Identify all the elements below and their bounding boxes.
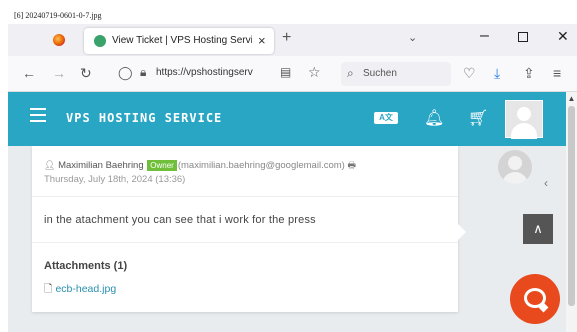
- firefox-icon[interactable]: [53, 34, 65, 46]
- responder-avatar: [498, 150, 532, 184]
- share-icon[interactable]: ⇪: [523, 65, 535, 82]
- tab-close-icon[interactable]: ×: [258, 33, 266, 48]
- scroll-up-arrow-icon[interactable]: ▲: [566, 94, 577, 103]
- browser-nav-bar: ← → ↻ ◯ 🔒︎ https://vpshostingserv ▤ ☆ ⌕ …: [8, 56, 577, 92]
- search-placeholder: Suchen: [363, 68, 397, 79]
- bookmark-star-icon[interactable]: ☆: [308, 64, 321, 81]
- menu-icon[interactable]: [30, 108, 46, 122]
- chevron-up-icon[interactable]: ∧: [523, 214, 553, 244]
- divider: [32, 196, 458, 197]
- message-meta: 👤︎ Maximilian Baehring Owner (maximilian.…: [44, 158, 356, 174]
- scroll-thumb[interactable]: [568, 106, 575, 306]
- new-tab-button[interactable]: +: [282, 29, 291, 47]
- site-header: VPS HOSTING SERVICE A文 🔔︎ 🛒︎: [8, 92, 566, 146]
- brand-title[interactable]: VPS HOSTING SERVICE: [66, 111, 222, 125]
- message-date: Thursday, July 18th, 2024 (13:36): [44, 174, 186, 185]
- chevron-left-icon[interactable]: ‹: [544, 176, 548, 190]
- maximize-button[interactable]: [518, 32, 528, 42]
- owner-badge: Owner: [147, 160, 177, 171]
- user-avatar[interactable]: [505, 100, 543, 139]
- ticket-message-card: 👤︎ Maximilian Baehring Owner (maximilian.…: [32, 146, 458, 312]
- reload-icon[interactable]: ↻: [80, 65, 92, 82]
- attachment-filename[interactable]: ecb-head.jpg: [55, 283, 116, 295]
- divider: [32, 242, 458, 243]
- tab-title: View Ticket | VPS Hosting Servic: [112, 35, 252, 46]
- tracking-shield-icon[interactable]: ◯: [118, 65, 133, 81]
- tab-list-chevron-icon[interactable]: ⌄: [408, 31, 417, 44]
- browser-tab[interactable]: View Ticket | VPS Hosting Servic ×: [84, 28, 274, 54]
- attachments-heading: Attachments (1): [44, 260, 128, 272]
- site-favicon-icon: [94, 35, 106, 47]
- image-caption: [6] 20240719-0601-0-7.jpg: [14, 11, 102, 20]
- file-icon: 🗋: [44, 283, 53, 295]
- cart-icon[interactable]: 🛒︎: [468, 108, 488, 128]
- attachment-link[interactable]: 🗋 ecb-head.jpg: [44, 281, 116, 299]
- author-email: (maximilian.baehring@googlemail.com): [177, 160, 345, 171]
- lock-icon[interactable]: 🔒︎: [140, 65, 146, 80]
- bell-icon[interactable]: 🔔︎: [424, 108, 444, 128]
- search-icon: ⌕: [347, 66, 354, 80]
- author-name: Maximilian Baehring: [58, 160, 144, 171]
- card-pointer: [458, 224, 466, 240]
- downloads-icon[interactable]: ⤓: [494, 65, 500, 82]
- translate-icon[interactable]: A文: [374, 112, 398, 124]
- url-bar[interactable]: ◯ 🔒︎ https://vpshostingserv ▤ ☆: [108, 62, 338, 86]
- forward-icon[interactable]: →: [52, 65, 66, 81]
- search-input[interactable]: ⌕ Suchen: [341, 62, 451, 86]
- user-icon: 👤︎: [44, 160, 56, 170]
- back-icon[interactable]: ←: [22, 65, 36, 81]
- page-scrollbar[interactable]: ▲: [566, 92, 577, 332]
- web-page: VPS HOSTING SERVICE A文 🔔︎ 🛒︎ 👤︎ Maximili…: [8, 92, 566, 332]
- minimize-button[interactable]: –: [480, 27, 489, 45]
- browser-tab-strip: View Ticket | VPS Hosting Servic × + ⌄ –…: [8, 24, 577, 56]
- chat-icon[interactable]: [510, 274, 560, 324]
- window-close-button[interactable]: ✕: [557, 28, 569, 45]
- message-text: in the atachment you can see that i work…: [44, 214, 316, 226]
- url-text[interactable]: https://vpshostingserv: [156, 67, 276, 78]
- print-icon[interactable]: 🖶: [347, 160, 356, 170]
- app-menu-icon[interactable]: ≡: [553, 65, 561, 81]
- reader-view-icon[interactable]: ▤: [280, 65, 291, 79]
- pocket-icon[interactable]: ♡: [463, 65, 476, 82]
